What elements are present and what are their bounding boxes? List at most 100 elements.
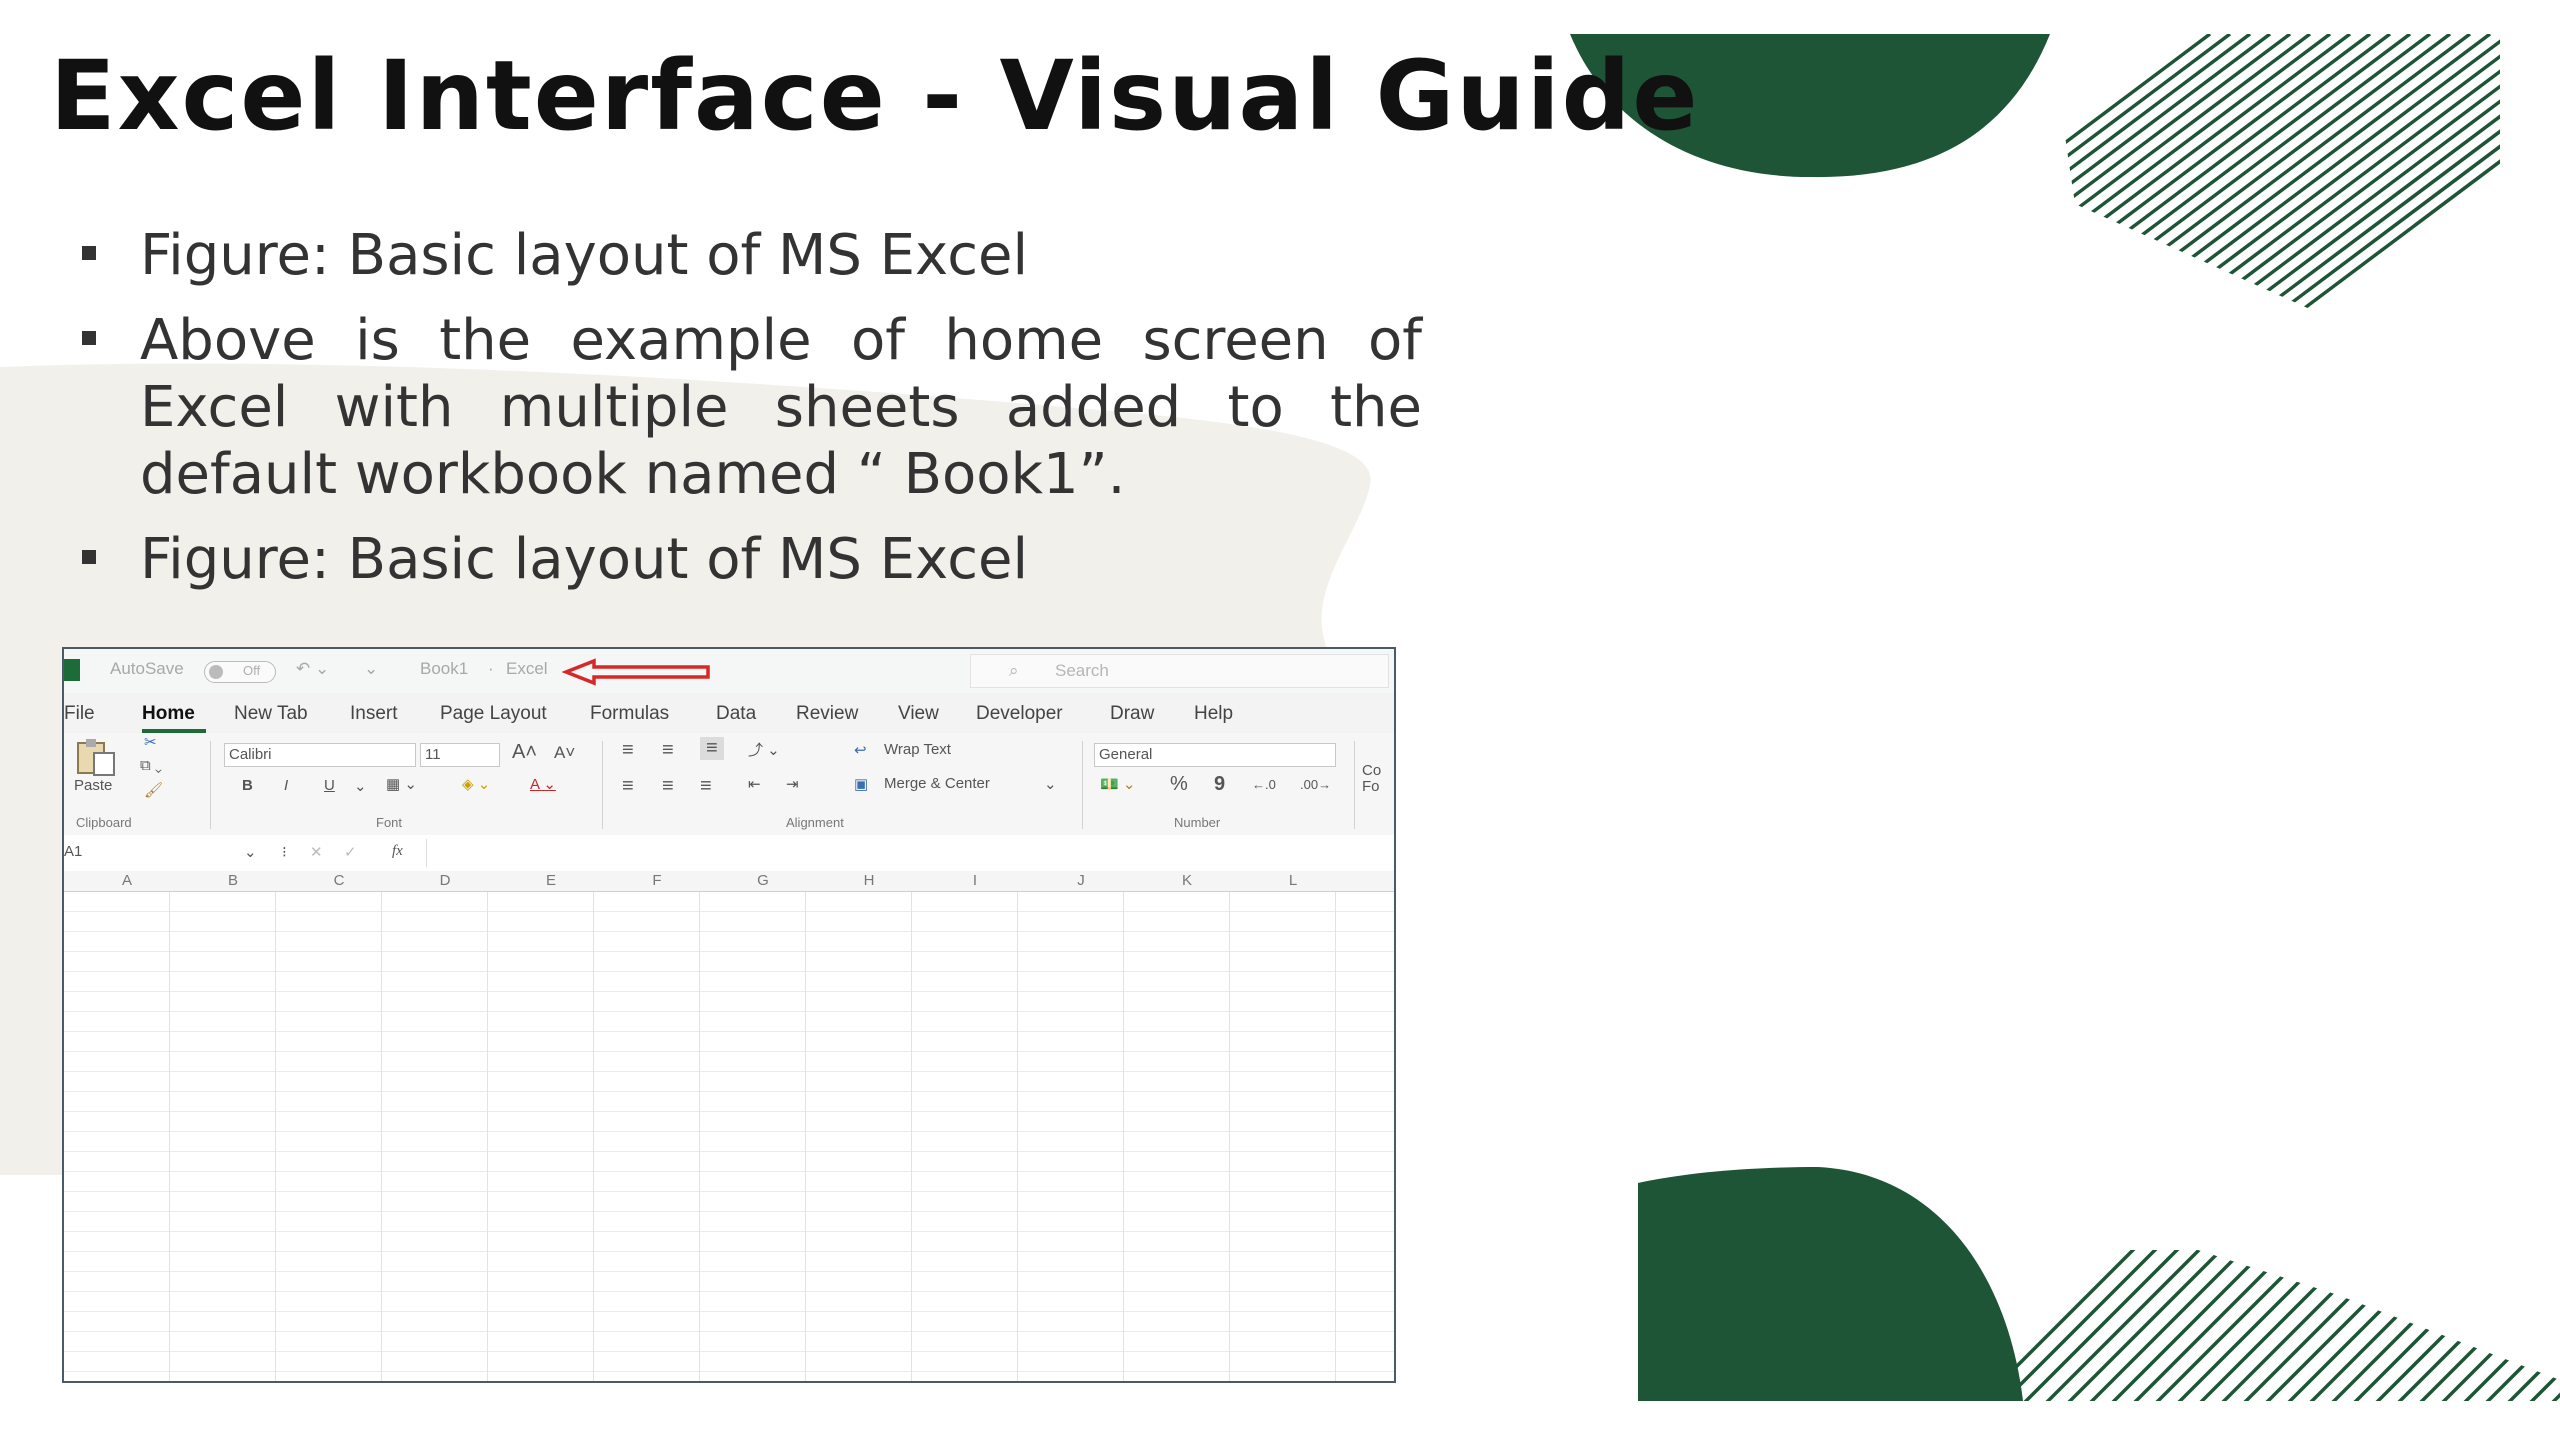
column-header[interactable]: D (435, 872, 455, 889)
column-header[interactable]: A (117, 872, 137, 889)
tab-data[interactable]: Data (716, 703, 756, 725)
borders-icon[interactable]: ▦ ⌄ (386, 775, 417, 793)
group-label-alignment: Alignment (786, 815, 844, 830)
column-header[interactable]: E (541, 872, 561, 889)
italic-button[interactable]: I (284, 777, 288, 794)
autosave-toggle[interactable]: Off (204, 661, 276, 683)
column-header[interactable]: L (1283, 872, 1303, 889)
align-top-icon[interactable]: ≡ (622, 739, 634, 762)
font-size-select[interactable]: 11 (420, 743, 500, 767)
align-right-icon[interactable]: ≡ (700, 775, 712, 798)
slide-title: Excel Interface - Visual Guide (50, 40, 1700, 152)
formula-input-divider (426, 839, 427, 867)
paste-icon[interactable] (74, 737, 118, 777)
search-box[interactable]: ⌕ Search (970, 654, 1389, 688)
tab-formulas[interactable]: Formulas (590, 703, 669, 725)
bullet-square-icon (82, 550, 96, 564)
customize-icon[interactable]: ⌄ (364, 659, 378, 679)
wrap-text-button[interactable]: Wrap Text (884, 741, 951, 758)
align-center-icon[interactable]: ≡ (662, 775, 674, 798)
arrow-annotation-icon (562, 658, 710, 686)
cancel-icon[interactable]: ✕ (310, 843, 323, 861)
font-size-value: 11 (425, 746, 441, 763)
increase-font-button[interactable]: A˄ (512, 741, 537, 764)
undo-icon[interactable]: ↶ ⌄ (296, 659, 329, 679)
column-header[interactable]: G (753, 872, 773, 889)
group-label-clipboard: Clipboard (76, 815, 132, 830)
percent-button[interactable]: % (1170, 773, 1188, 796)
column-header[interactable]: F (647, 872, 667, 889)
merge-icon: ▣ (854, 776, 869, 793)
tab-home[interactable]: Home (142, 703, 195, 725)
currency-icon[interactable]: 💵 ⌄ (1100, 775, 1135, 793)
excel-screenshot: AutoSave Off ↶ ⌄ ⌄ Book1 · Excel ⌕ Searc… (62, 647, 1396, 1383)
column-header[interactable]: J (1071, 872, 1091, 889)
tab-developer[interactable]: Developer (976, 703, 1063, 725)
merge-dropdown-icon[interactable]: ⌄ (1044, 775, 1057, 793)
increase-decimal-button[interactable]: ←.0 (1252, 777, 1276, 792)
workbook-name: Book1 (420, 659, 469, 678)
tab-review[interactable]: Review (796, 703, 858, 725)
ribbon-home: Paste ✂ ⧉ ⌄ 🖌 Clipboard Calibri 11 A˄ A˅… (64, 733, 1394, 836)
bottom-right-decoration (1638, 1167, 2560, 1401)
format-painter-icon[interactable]: 🖌 (144, 781, 163, 799)
conditional-formatting-button[interactable]: Co Fo (1362, 763, 1392, 795)
copy-icon[interactable]: ⧉ ⌄ (140, 757, 162, 774)
group-separator (602, 741, 603, 829)
name-box-dropdown-icon[interactable]: ⌄ (244, 843, 257, 861)
enter-icon[interactable]: ✓ (344, 843, 357, 861)
tab-draw[interactable]: Draw (1110, 703, 1154, 725)
tab-insert[interactable]: Insert (350, 703, 398, 725)
toggle-knob (209, 665, 223, 679)
column-header[interactable]: C (329, 872, 349, 889)
decrease-indent-icon[interactable]: ⇤ (748, 775, 761, 793)
number-format-value: General (1099, 746, 1153, 763)
worksheet-grid[interactable] (64, 892, 1394, 1381)
column-header[interactable]: B (223, 872, 243, 889)
tab-page-layout[interactable]: Page Layout (440, 703, 547, 725)
number-format-select[interactable]: General (1094, 743, 1336, 767)
bullet-item: Figure: Basic layout of MS Excel (82, 222, 1422, 289)
column-header[interactable]: H (859, 872, 879, 889)
increase-indent-icon[interactable]: ⇥ (786, 775, 799, 793)
bold-button[interactable]: B (242, 777, 253, 794)
name-box[interactable]: A1 (64, 843, 82, 860)
wrap-text-icon: ↩ (854, 742, 867, 759)
font-name-select[interactable]: Calibri (224, 743, 416, 767)
toggle-state: Off (243, 663, 261, 678)
comma-button[interactable]: 9 (1214, 773, 1225, 796)
formula-bar-divider-icon: ⁝ (282, 844, 287, 861)
autosave-label: AutoSave (110, 659, 184, 678)
title-separator: · (488, 659, 494, 678)
decrease-decimal-button[interactable]: .00→ (1300, 777, 1331, 792)
font-name-value: Calibri (229, 746, 272, 763)
tab-new-tab[interactable]: New Tab (234, 703, 308, 725)
bullet-item: Above is the example of home screen of E… (82, 307, 1422, 508)
quick-access-toolbar: AutoSave Off ↶ ⌄ ⌄ Book1 · Excel ⌕ Searc… (64, 649, 1394, 693)
tab-view[interactable]: View (898, 703, 939, 725)
underline-button[interactable]: U (324, 777, 335, 794)
align-middle-icon[interactable]: ≡ (662, 739, 674, 762)
column-header[interactable]: I (965, 872, 985, 889)
font-color-icon[interactable]: A ⌄ (530, 775, 556, 793)
column-headers: A B C D E F G H I J K L (64, 871, 1394, 892)
paste-label[interactable]: Paste (74, 777, 112, 794)
tab-help[interactable]: Help (1194, 703, 1233, 725)
align-left-icon[interactable]: ≡ (622, 775, 634, 798)
align-bottom-icon[interactable]: ≡ (700, 737, 724, 760)
merge-center-button[interactable]: Merge & Center (884, 775, 990, 792)
orientation-icon[interactable]: ⤴ ⌄ (748, 739, 780, 760)
search-placeholder: Search (1055, 661, 1109, 680)
tab-file[interactable]: File (64, 703, 95, 725)
underline-dropdown-icon[interactable]: ⌄ (354, 777, 367, 795)
cut-icon[interactable]: ✂ (144, 733, 157, 751)
fill-color-icon[interactable]: ◈ ⌄ (462, 775, 490, 793)
group-label-font: Font (376, 815, 403, 830)
column-header[interactable]: K (1177, 872, 1197, 889)
group-separator (1082, 741, 1083, 829)
app-name: Excel (506, 659, 548, 678)
decrease-font-button[interactable]: A˅ (554, 743, 575, 763)
bullet-square-icon (82, 331, 96, 345)
formula-bar: A1 ⌄ ⁝ ✕ ✓ fx (64, 835, 1394, 872)
insert-function-icon[interactable]: fx (392, 843, 403, 860)
